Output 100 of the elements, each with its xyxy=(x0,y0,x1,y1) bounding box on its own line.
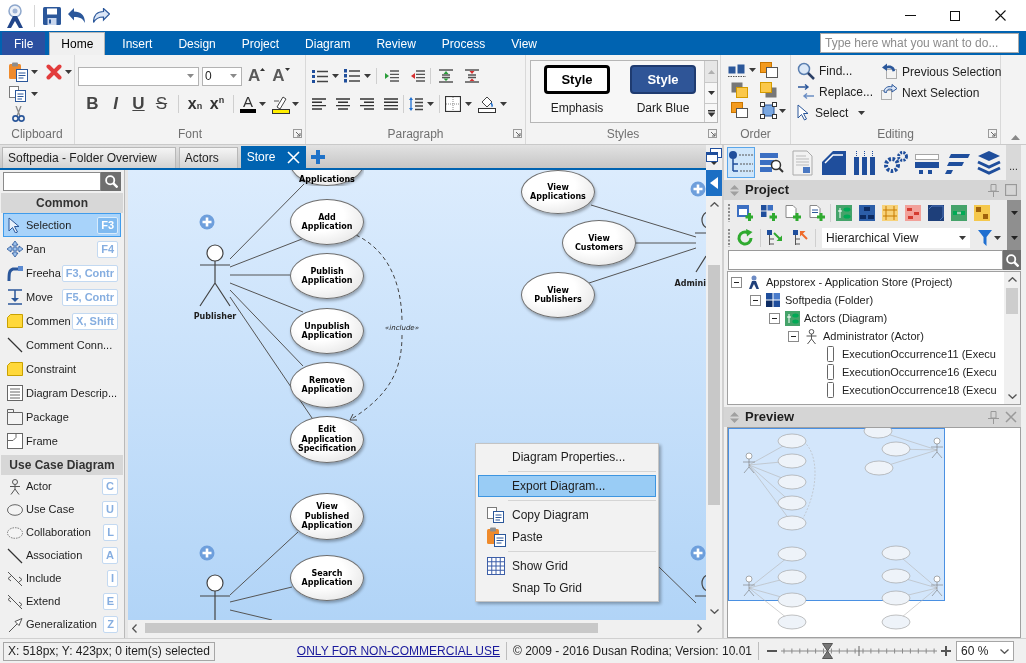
toolbar-overflow-button[interactable] xyxy=(1007,200,1021,225)
close-icon[interactable] xyxy=(995,10,1006,21)
caret-icon[interactable] xyxy=(259,102,266,106)
chevron-left-icon[interactable] xyxy=(132,623,137,633)
scroll-down-icon[interactable] xyxy=(707,91,715,95)
undo-arrow-icon[interactable] xyxy=(68,8,85,23)
toolbox-item[interactable]: Comment Conn... xyxy=(3,333,121,357)
font-color-button[interactable]: A xyxy=(239,95,257,113)
document-plus-icon[interactable] xyxy=(809,204,825,221)
outdent-icon[interactable] xyxy=(411,70,425,82)
toolbox-item[interactable]: Selection F3 xyxy=(3,213,121,237)
toolbox-item[interactable]: Actor C xyxy=(3,475,121,498)
document-tab[interactable]: Store xyxy=(240,146,307,168)
chevron-up-icon[interactable] xyxy=(1007,277,1017,282)
numbered-list-icon[interactable] xyxy=(344,69,360,83)
menu-item[interactable]: Copy Diagram xyxy=(478,504,656,526)
plus-circle-icon[interactable] xyxy=(199,545,215,561)
align-left-icon[interactable] xyxy=(312,98,326,110)
section-header[interactable]: Common xyxy=(1,193,123,213)
chevron-right-icon[interactable] xyxy=(697,623,702,633)
maximize-icon[interactable] xyxy=(950,10,960,21)
ribbon-tab[interactable]: Insert xyxy=(109,32,166,55)
scrollbar-thumb[interactable] xyxy=(1006,288,1018,314)
chevron-up-icon[interactable] xyxy=(709,202,719,207)
document-plus-icon[interactable] xyxy=(785,204,801,221)
tree-arrow-icon[interactable] xyxy=(767,229,783,246)
caret-icon[interactable] xyxy=(465,102,472,106)
caret-icon[interactable] xyxy=(858,110,866,115)
toolbox-item[interactable]: Collaboration L xyxy=(3,521,121,544)
overlapping-squares-icon[interactable] xyxy=(731,102,748,118)
diagram-tile-icon[interactable] xyxy=(951,204,967,221)
minus-box-icon[interactable] xyxy=(750,294,761,306)
align-center-icon[interactable] xyxy=(336,98,350,110)
grid-plus-icon[interactable] xyxy=(761,204,777,221)
ribbon-tab[interactable]: Design xyxy=(165,32,229,55)
italic-button[interactable]: I xyxy=(104,93,127,115)
borders-icon[interactable] xyxy=(445,96,461,112)
paragraph-spacing-icon[interactable] xyxy=(439,69,453,83)
replace-button[interactable]: Replace... xyxy=(797,81,874,103)
ribbon-tab[interactable]: Project xyxy=(228,32,293,55)
plus-circle-icon[interactable] xyxy=(690,181,706,197)
document-tab[interactable]: Actors xyxy=(178,147,238,168)
view-dropdown[interactable]: Hierarchical View xyxy=(822,227,970,248)
caret-icon[interactable] xyxy=(1010,235,1018,240)
caret-icon[interactable] xyxy=(65,70,72,74)
justify-icon[interactable] xyxy=(384,98,398,110)
toolbox-item[interactable]: Constraint xyxy=(3,357,121,381)
toolbox-item[interactable]: Generalization Z xyxy=(3,613,121,636)
select-button[interactable]: Select xyxy=(797,102,874,123)
style-preview[interactable]: Style xyxy=(544,65,610,94)
diagram-tile-icon[interactable] xyxy=(928,204,944,221)
chevron-down-icon[interactable] xyxy=(1007,394,1017,399)
toolbox-item[interactable]: Association A xyxy=(3,544,121,567)
diagram-tile-icon[interactable] xyxy=(882,204,898,221)
paint-bucket-icon[interactable] xyxy=(478,95,496,113)
aligned-squares-icon[interactable] xyxy=(728,62,746,78)
superscript-button[interactable]: x$^{n}$ xyxy=(206,93,228,115)
toolbox-item[interactable]: Move F5, Contr xyxy=(3,285,121,309)
dialog-launcher-icon[interactable] xyxy=(513,129,522,138)
indent-icon[interactable] xyxy=(385,70,399,82)
delete-icon[interactable] xyxy=(46,64,62,80)
toolbox-item[interactable]: Use Case U xyxy=(3,498,121,521)
overlapping-squares-icon[interactable] xyxy=(760,62,778,78)
toolbox-item[interactable]: Include I xyxy=(3,567,121,590)
tree-item[interactable]: Actors (Diagram) xyxy=(804,309,888,327)
font-size-field[interactable]: 0 xyxy=(202,66,242,86)
menu-item[interactable]: Diagram Properties... xyxy=(478,446,656,468)
zoom-slider[interactable] xyxy=(781,642,937,660)
caret-icon[interactable] xyxy=(292,102,299,106)
caret-icon[interactable] xyxy=(427,102,434,106)
document-tab[interactable]: Softpedia - Folder Overview xyxy=(2,147,176,168)
diagram-tile-icon[interactable] xyxy=(836,204,852,221)
plus-circle-icon[interactable] xyxy=(690,545,706,561)
caret-icon[interactable] xyxy=(500,102,507,106)
caret-icon[interactable] xyxy=(31,91,38,96)
caret-icon[interactable] xyxy=(1010,210,1018,215)
minus-box-icon[interactable] xyxy=(788,330,799,342)
search-button[interactable] xyxy=(101,172,121,191)
plus-icon[interactable] xyxy=(311,150,326,164)
window-plus-icon[interactable] xyxy=(737,204,753,221)
paste-icon[interactable] xyxy=(8,62,28,82)
style-preview[interactable]: Style xyxy=(630,65,696,94)
tree-arrow-icon[interactable] xyxy=(793,229,809,246)
search-field[interactable]: Type here what you want to do... xyxy=(820,33,1019,53)
diagram-tile-icon[interactable] xyxy=(905,204,921,221)
toolbox-item[interactable]: Frame xyxy=(3,429,121,453)
minus-box-icon[interactable] xyxy=(731,276,742,288)
collapse-panel-icon[interactable] xyxy=(706,170,722,196)
overlapping-squares-icon[interactable] xyxy=(760,82,777,98)
redo-arrow-icon[interactable] xyxy=(93,8,110,23)
plus-icon[interactable] xyxy=(941,646,951,656)
highlighter-icon[interactable] xyxy=(272,94,290,114)
dialog-launcher-icon[interactable] xyxy=(708,129,717,138)
overflow-button[interactable]: ... xyxy=(1006,145,1021,180)
menu-item[interactable]: Snap To Grid xyxy=(478,577,656,599)
license-link[interactable]: ONLY FOR NON-COMMERCIAL USE xyxy=(296,642,500,660)
windows-icon[interactable] xyxy=(706,148,722,165)
minus-box-icon[interactable] xyxy=(769,312,780,324)
section-header[interactable]: Use Case Diagram xyxy=(1,455,123,475)
bullet-list-icon[interactable] xyxy=(312,69,328,83)
